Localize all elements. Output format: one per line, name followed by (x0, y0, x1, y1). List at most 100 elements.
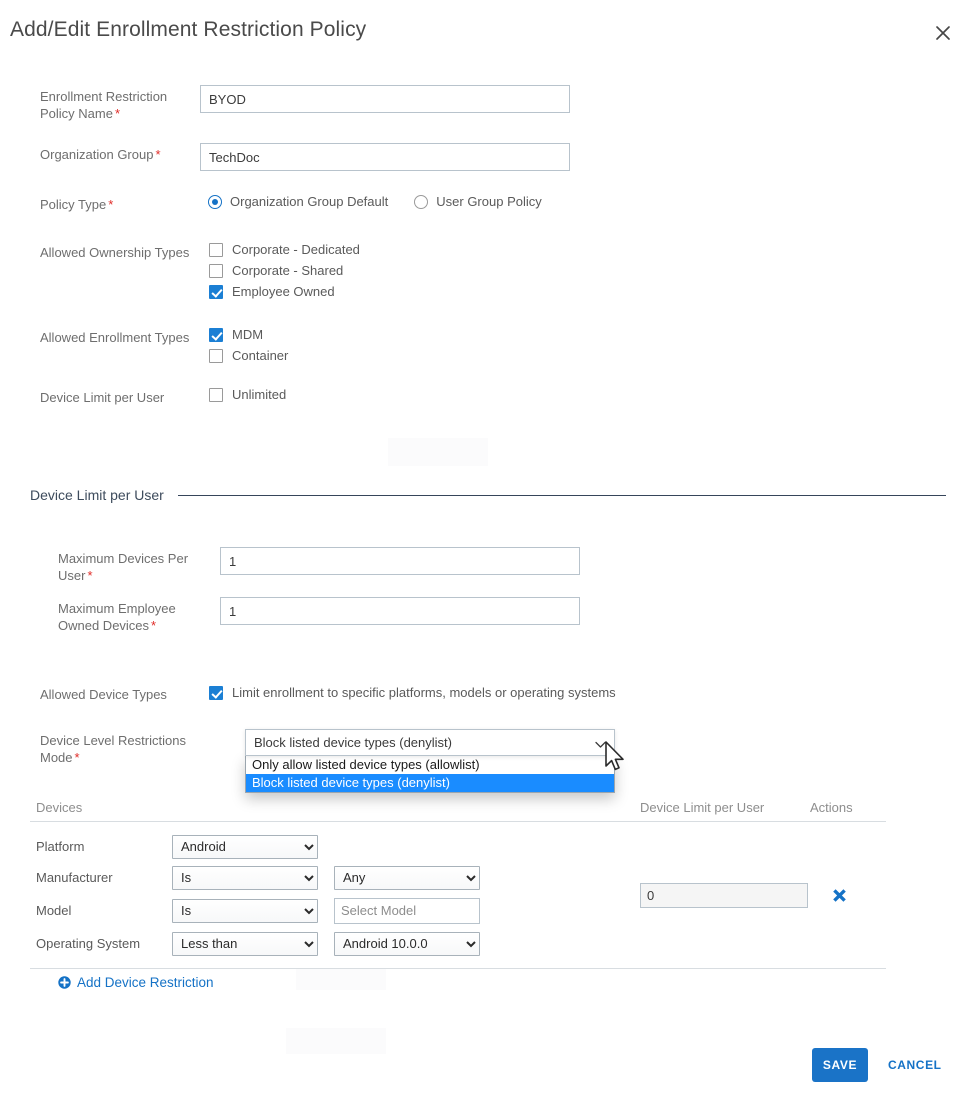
column-header-devices: Devices (36, 799, 83, 815)
organization-group-label: Organization Group * (0, 146, 200, 163)
checkbox-icon-checked (209, 327, 223, 342)
section-title: Device Limit per User (30, 487, 164, 503)
radio-icon (414, 194, 429, 209)
checkbox-icon (209, 263, 223, 278)
max-employee-owned-field-col (220, 597, 964, 625)
policy-type-label: Policy Type * (0, 196, 200, 213)
policy-name-field-col (200, 85, 964, 113)
max-employee-owned-label-text: Maximum Employee Owned Devices (58, 601, 176, 633)
required-marker: * (151, 618, 157, 633)
required-marker: * (114, 106, 121, 121)
radio-user-group-policy[interactable]: User Group Policy (406, 194, 542, 209)
device-limit-label: Device Limit per User (40, 390, 165, 405)
criteria-label-model: Model (36, 903, 72, 918)
enrollment-types-field-col: MDM Container (200, 327, 964, 369)
add-device-restriction-label: Add Device Restriction (77, 975, 214, 990)
organization-group-input[interactable] (200, 143, 570, 171)
checkbox-label: Unlimited (232, 387, 287, 402)
restrictions-mode-option-allowlist[interactable]: Only allow listed device types (allowlis… (246, 756, 614, 774)
checkbox-label: Employee Owned (232, 284, 335, 299)
criteria-row-operating-system: Operating System Less than Android 10.0.… (36, 928, 640, 959)
checkbox-label: Limit enrollment to specific platforms, … (232, 685, 616, 700)
checkbox-corporate-shared[interactable]: Corporate - Shared (200, 263, 964, 278)
actions-cell (810, 822, 886, 968)
policy-name-label: Enrollment Restriction Policy Name * (0, 88, 200, 122)
max-devices-label-text: Maximum Devices Per User (58, 551, 189, 583)
restrictions-mode-option-denylist[interactable]: Block listed device types (denylist) (246, 774, 614, 792)
background-artifact (286, 1028, 386, 1054)
ownership-types-label: Allowed Ownership Types (40, 245, 190, 260)
restrictions-mode-dropdown-toggle[interactable]: Block listed device types (denylist) (245, 729, 615, 756)
save-button[interactable]: SAVE (812, 1048, 868, 1082)
operating-system-operator-select[interactable]: Less than (172, 931, 318, 956)
plus-circle-icon (58, 976, 71, 989)
checkbox-unlimited[interactable]: Unlimited (200, 387, 964, 402)
criteria-label-manufacturer: Manufacturer (36, 870, 113, 885)
required-marker: * (74, 750, 80, 765)
checkbox-limit-enrollment[interactable]: Limit enrollment to specific platforms, … (200, 685, 964, 700)
restrictions-mode-dropdown[interactable]: Block listed device types (denylist) Onl… (245, 729, 615, 793)
field-policy-name: Enrollment Restriction Policy Name * (0, 85, 964, 146)
checkbox-label: Container (232, 348, 289, 363)
max-employee-owned-input[interactable] (220, 597, 580, 625)
field-enrollment-types: Allowed Enrollment Types MDM Container (0, 327, 964, 389)
devices-table-header: Devices Device Limit per User Actions (30, 793, 886, 822)
device-limit-cell (640, 822, 810, 968)
device-limit-input[interactable] (640, 882, 808, 908)
policy-name-label-text: Enrollment Restriction Policy Name (40, 89, 168, 121)
radio-organization-group-default[interactable]: Organization Group Default (200, 194, 388, 209)
restrictions-mode-label: Device Level Restrictions Mode * (0, 732, 200, 766)
section-divider (177, 494, 946, 496)
checkbox-label: Corporate - Dedicated (232, 242, 360, 257)
device-limit-field-col: Unlimited (200, 387, 964, 408)
allowed-device-types-label: Allowed Device Types (40, 687, 167, 702)
delete-x-icon[interactable] (828, 884, 850, 906)
checkbox-label: MDM (232, 327, 264, 342)
enrollment-types-label: Allowed Enrollment Types (40, 330, 190, 345)
radio-icon-selected (208, 194, 222, 209)
manufacturer-value-select[interactable]: Any (334, 865, 480, 890)
checkbox-icon (209, 387, 223, 402)
section-device-limit-per-user: Device Limit per User (30, 487, 946, 503)
devices-table: Devices Device Limit per User Actions Pl… (30, 793, 886, 969)
policy-name-input[interactable] (200, 85, 570, 113)
policy-type-radio-group: Organization Group Default User Group Po… (200, 194, 964, 209)
criteria-row-platform: Platform Android (36, 831, 640, 862)
close-icon[interactable] (930, 20, 956, 46)
restrictions-mode-option-list: Only allow listed device types (allowlis… (245, 756, 615, 793)
policy-form: Enrollment Restriction Policy Name* Orga… (0, 85, 964, 429)
max-devices-field-col (220, 547, 964, 575)
checkbox-icon (209, 242, 223, 257)
policy-type-field-col: Organization Group Default User Group Po… (200, 194, 964, 209)
restrictions-mode-selected-value: Block listed device types (denylist) (254, 735, 452, 750)
add-device-restriction-button[interactable]: Add Device Restriction (58, 975, 214, 990)
checkbox-corporate-dedicated[interactable]: Corporate - Dedicated (200, 242, 964, 257)
ownership-types-field-col: Corporate - Dedicated Corporate - Shared… (200, 242, 964, 305)
criteria-label-operating-system: Operating System (36, 936, 141, 951)
manufacturer-operator-select[interactable]: Is (172, 865, 318, 890)
max-devices-input[interactable] (220, 547, 580, 575)
checkbox-container[interactable]: Container (200, 348, 964, 363)
field-allowed-device-types: Allowed Device Types Limit enrollment to… (0, 685, 964, 706)
device-criteria-group: Platform Android Manufacturer Is Any Mod… (30, 822, 640, 968)
model-value-input[interactable] (334, 897, 480, 924)
model-operator-select[interactable]: Is (172, 898, 318, 923)
radio-label: Organization Group Default (230, 194, 389, 209)
platform-value-select[interactable]: Android (172, 834, 318, 859)
background-artifact (388, 438, 488, 466)
criteria-label-platform: Platform (36, 839, 85, 854)
cancel-button[interactable]: CANCEL (888, 1048, 942, 1082)
background-artifact (296, 968, 386, 990)
field-max-employee-owned: Maximum Employee Owned Devices * (0, 597, 964, 634)
organization-group-label-text: Organization Group (40, 147, 154, 162)
organization-group-field-col (200, 143, 964, 171)
required-marker: * (87, 568, 93, 583)
field-organization-group: Organization Group * (0, 143, 964, 196)
allowed-device-types-field-col: Limit enrollment to specific platforms, … (200, 685, 964, 706)
required-marker: * (108, 197, 114, 212)
checkbox-mdm[interactable]: MDM (200, 327, 964, 342)
operating-system-value-select[interactable]: Android 10.0.0 (334, 931, 480, 956)
page-title: Add/Edit Enrollment Restriction Policy (10, 18, 367, 41)
checkbox-employee-owned[interactable]: Employee Owned (200, 284, 964, 299)
checkbox-icon (209, 348, 223, 363)
